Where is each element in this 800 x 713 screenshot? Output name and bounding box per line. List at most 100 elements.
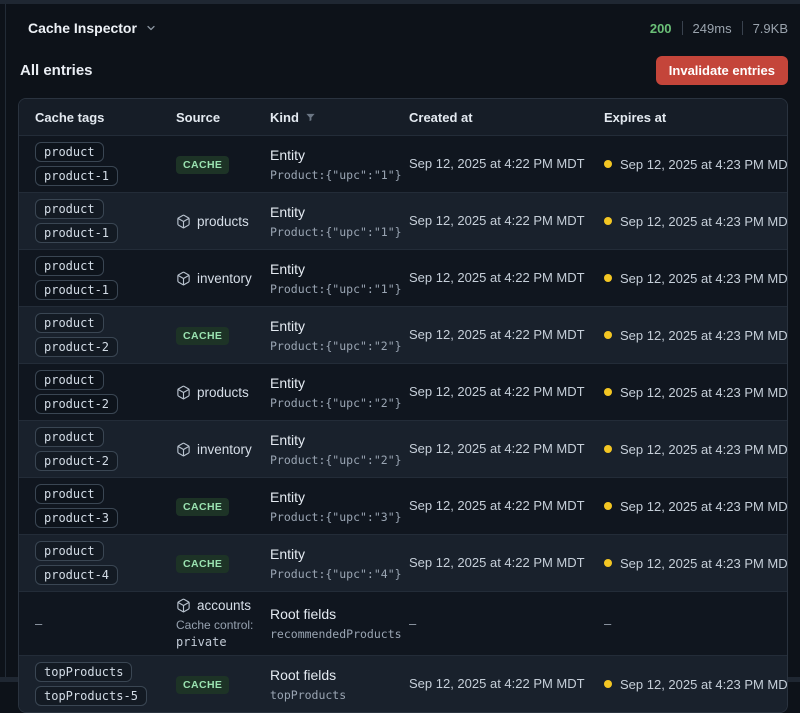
- column-header-created-at[interactable]: Created at: [397, 110, 592, 125]
- cell-expires-at: Sep 12, 2025 at 4:23 PM MDT: [592, 499, 788, 514]
- expires-at: Sep 12, 2025 at 4:23 PM MDT: [604, 214, 788, 229]
- cache-tag-chip: product-3: [35, 508, 118, 528]
- table-row[interactable]: topProductstopProducts-5CACHERoot fields…: [19, 655, 787, 712]
- kind-title: Entity: [270, 546, 397, 562]
- yellow-dot: [604, 217, 612, 225]
- yellow-dot: [604, 445, 612, 453]
- status-divider: [682, 21, 683, 35]
- invalidate-entries-button[interactable]: Invalidate entries: [656, 56, 788, 85]
- box-icon: [176, 442, 191, 457]
- created-at-value: Sep 12, 2025 at 4:22 PM MDT: [409, 213, 585, 228]
- expires-at: Sep 12, 2025 at 4:23 PM MDT: [604, 556, 788, 571]
- column-header-cache-tags[interactable]: Cache tags: [19, 110, 164, 125]
- cell-cache-tags: productproduct-4: [19, 541, 164, 585]
- cell-expires-at: Sep 12, 2025 at 4:23 PM MDT: [592, 328, 788, 343]
- cell-created-at: Sep 12, 2025 at 4:22 PM MDT: [397, 554, 592, 572]
- kind-detail: Product:{"upc":"2"}: [270, 339, 397, 353]
- table-row[interactable]: productproduct-4 CACHE Entity Product:{"upc…: [19, 534, 787, 591]
- yellow-dot: [604, 388, 612, 396]
- cell-source: CACHE: [164, 155, 258, 174]
- table-row[interactable]: productproduct-2productsEntityProduct:{"…: [19, 363, 787, 420]
- kind-detail: Product:{"upc":"4"}: [270, 567, 397, 581]
- source-service: products: [176, 214, 258, 229]
- cache-badge: CACHE: [176, 555, 229, 573]
- cache-control-value: private: [176, 635, 258, 649]
- cache-tag-chip: product: [35, 142, 104, 162]
- created-at-value: Sep 12, 2025 at 4:22 PM MDT: [409, 327, 585, 342]
- kind-title: Entity: [270, 318, 397, 334]
- yellow-dot: [604, 559, 612, 567]
- created-at-value: Sep 12, 2025 at 4:22 PM MDT: [409, 555, 585, 570]
- kind-detail: Product:{"upc":"2"}: [270, 396, 397, 410]
- filter-icon[interactable]: [305, 112, 316, 123]
- status-duration: 249ms: [693, 21, 732, 36]
- cell-expires-at: Sep 12, 2025 at 4:23 PM MDT: [592, 271, 788, 286]
- cache-badge: CACHE: [176, 327, 229, 345]
- table-row[interactable]: productproduct-1inventoryEntityProduct:{…: [19, 249, 787, 306]
- cell-created-at: Sep 12, 2025 at 4:22 PM MDT: [397, 155, 592, 173]
- cell-source: products: [164, 214, 258, 229]
- cell-cache-tags: topProductstopProducts-5: [19, 662, 164, 706]
- expires-at-value: Sep 12, 2025 at 4:23 PM MDT: [620, 442, 788, 457]
- table-row[interactable]: productproduct-1CACHEEntityProduct:{"upc…: [19, 135, 787, 192]
- table-row[interactable]: productproduct-1 productsEntityProduct:{"…: [19, 192, 787, 249]
- created-at-value: Sep 12, 2025 at 4:22 PM MDT: [409, 441, 585, 456]
- table-row[interactable]: productproduct-2inventoryEntityProduct:{…: [19, 420, 787, 477]
- cache-badge: CACHE: [176, 156, 229, 174]
- cell-cache-tags: productproduct-1: [19, 142, 164, 186]
- cache-tag-chip: product-2: [35, 451, 118, 471]
- column-header-kind[interactable]: Kind: [258, 110, 397, 125]
- cell-source: CACHE: [164, 675, 258, 694]
- cache-tag-chip: product-1: [35, 280, 118, 300]
- expires-at: Sep 12, 2025 at 4:23 PM MDT: [604, 677, 788, 692]
- expires-at-value: Sep 12, 2025 at 4:23 PM MDT: [620, 271, 788, 286]
- cell-expires-at: Sep 12, 2025 at 4:23 PM MDT: [592, 385, 788, 400]
- empty-value: –: [35, 616, 42, 631]
- table-row[interactable]: productproduct-2CACHEEntityProduct:{"upc…: [19, 306, 787, 363]
- cell-kind: Entity Product:{"upc":"4"}: [258, 546, 397, 581]
- cache-badge: CACHE: [176, 676, 229, 694]
- expires-at: Sep 12, 2025 at 4:23 PM MDT: [604, 157, 788, 172]
- cache-badge: CACHE: [176, 498, 229, 516]
- kind-title: Entity: [270, 375, 397, 391]
- column-header-expires-at[interactable]: Expires at: [592, 110, 787, 125]
- cell-created-at: Sep 12, 2025 at 4:22 PM MDT: [397, 383, 592, 401]
- cell-created-at: Sep 12, 2025 at 4:22 PM MDT: [397, 269, 592, 287]
- empty-value: –: [409, 616, 416, 631]
- cell-expires-at: –: [592, 615, 787, 633]
- empty-value: –: [604, 616, 611, 631]
- table-header-row: Cache tags Source Kind Created at Expire…: [19, 99, 787, 135]
- expires-at-value: Sep 12, 2025 at 4:23 PM MDT: [620, 214, 788, 229]
- cell-kind: EntityProduct:{"upc":"2"}: [258, 432, 397, 467]
- cache-tag-chip: product: [35, 484, 104, 504]
- cell-cache-tags: product product-3: [19, 484, 164, 528]
- yellow-dot: [604, 331, 612, 339]
- created-at-value: Sep 12, 2025 at 4:22 PM MDT: [409, 384, 585, 399]
- table-row[interactable]: –accountsCache control:privateRoot field…: [19, 591, 787, 655]
- created-at-value: Sep 12, 2025 at 4:22 PM MDT: [409, 156, 585, 171]
- cache-tag-chip: product-1: [35, 223, 118, 243]
- cell-kind: Entity Product:{"upc":"2"}: [258, 375, 397, 410]
- cache-tag-chip: product: [35, 427, 104, 447]
- table-row[interactable]: product product-3 CACHE EntityProduct:{"upc…: [19, 477, 787, 534]
- cell-cache-tags: productproduct-1: [19, 199, 164, 243]
- kind-detail: Product:{"upc":"1"}: [270, 282, 397, 296]
- page-title: Cache Inspector: [28, 20, 137, 36]
- cache-entries-table: Cache tags Source Kind Created at Expire…: [18, 98, 788, 713]
- cache-tag-chip: product: [35, 256, 104, 276]
- cell-cache-tags: product product-1: [19, 256, 164, 300]
- status-divider: [742, 21, 743, 35]
- inspector-selector-dropdown[interactable]: Cache Inspector: [28, 20, 157, 36]
- cell-source: CACHE: [164, 497, 258, 516]
- kind-detail: topProducts: [270, 688, 397, 702]
- kind-title: Entity: [270, 147, 397, 163]
- cell-cache-tags: –: [19, 616, 164, 631]
- cell-expires-at: Sep 12, 2025 at 4:23 PM MDT: [592, 214, 788, 229]
- cell-created-at: Sep 12, 2025 at 4:22 PM MDT: [397, 440, 592, 458]
- kind-title: Entity: [270, 489, 397, 505]
- yellow-dot: [604, 274, 612, 282]
- cell-kind: EntityProduct:{"upc":"1"}: [258, 204, 397, 239]
- column-header-source[interactable]: Source: [164, 110, 258, 125]
- cell-kind: EntityProduct:{"upc":"3"}: [258, 489, 397, 524]
- cache-tag-chip: product-2: [35, 337, 118, 357]
